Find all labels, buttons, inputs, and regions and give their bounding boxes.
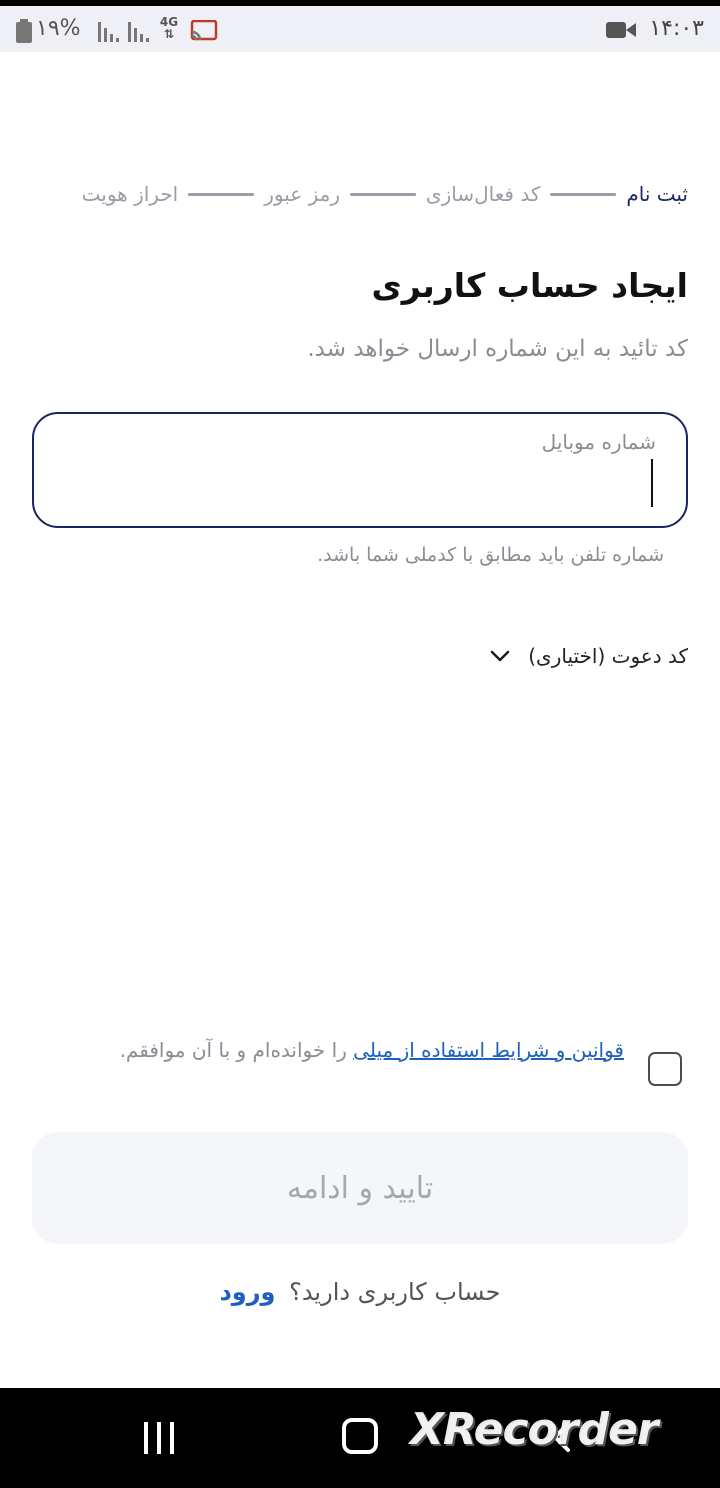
- status-bar: ۱۹% 4G ⇅ ۱۴:۰۳: [0, 6, 720, 52]
- recorder-watermark: XRecorder: [410, 1404, 659, 1455]
- login-link[interactable]: ورود: [219, 1278, 275, 1306]
- page-title: ایجاد حساب کاربری: [371, 266, 688, 305]
- mobile-number-input[interactable]: [102, 458, 662, 506]
- status-time: ۱۴:۰۳: [649, 16, 704, 41]
- mobile-number-label: شماره موبایل: [541, 430, 656, 454]
- step-connector: [349, 192, 416, 196]
- invite-code-toggle[interactable]: کد دعوت (اختیاری): [488, 638, 688, 674]
- invite-code-label: کد دعوت (اختیاری): [528, 644, 688, 668]
- step-activation-code: کد فعال‌سازی: [425, 182, 541, 206]
- cast-icon: [190, 20, 218, 41]
- mobile-number-hint: شماره تلفن باید مطابق با کدملی شما باشد.: [317, 544, 664, 566]
- step-identity-verification: احراز هویت: [81, 182, 179, 206]
- step-signup: ثبت نام: [626, 182, 688, 206]
- login-prompt: حساب کاربری دارید؟: [289, 1278, 501, 1306]
- terms-link[interactable]: قوانین و شرایط استفاده از میلی: [353, 1038, 624, 1062]
- step-connector: [550, 192, 617, 196]
- page-subtitle: کد تائید به این شماره ارسال خواهد شد.: [307, 336, 688, 362]
- signal-icon-2: [128, 22, 149, 42]
- battery-icon: [16, 19, 32, 43]
- login-prompt-row: حساب کاربری دارید؟ ورود: [0, 1278, 720, 1306]
- mobile-number-field[interactable]: شماره موبایل: [32, 412, 688, 528]
- terms-suffix: را خوانده‌ام و با آن موافقم.: [119, 1038, 354, 1062]
- step-connector: [188, 192, 255, 196]
- battery-percent: ۱۹%: [36, 16, 81, 41]
- signup-stepper: ثبت نام کد فعال‌سازی رمز عبور احراز هویت: [28, 176, 688, 212]
- recent-apps-icon[interactable]: [142, 1422, 176, 1454]
- terms-checkbox[interactable]: [648, 1052, 682, 1086]
- terms-text: قوانین و شرایط استفاده از میلی را خوانده…: [84, 1034, 624, 1066]
- step-password: رمز عبور: [264, 182, 340, 206]
- video-camera-icon: [606, 22, 636, 38]
- signal-icon: [98, 22, 119, 42]
- chevron-down-icon: [491, 650, 510, 662]
- home-icon[interactable]: [342, 1418, 378, 1454]
- network-type: 4G ⇅: [159, 15, 179, 41]
- text-caret: [651, 459, 653, 507]
- system-nav-bar: XRecorder: [0, 1388, 720, 1488]
- confirm-continue-button[interactable]: تایید و ادامه: [32, 1132, 688, 1244]
